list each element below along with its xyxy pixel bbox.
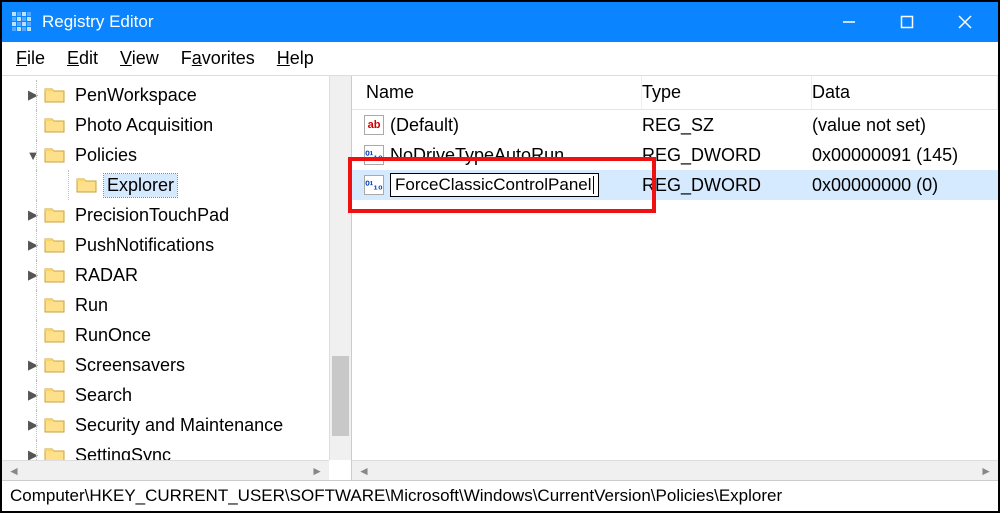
tree-item-runonce[interactable]: RunOnce [2,320,351,350]
menu-favorites[interactable]: Favorites [181,48,255,69]
tree-item-label: PenWorkspace [72,84,200,107]
title-bar[interactable]: Registry Editor [2,2,998,42]
menu-view[interactable]: View [120,48,159,69]
value-name: (Default) [390,115,459,136]
tree-item-label: Search [72,384,135,407]
tree-item-explorer[interactable]: Explorer [2,170,351,200]
col-header-name[interactable]: Name [352,76,642,109]
expand-glyph-icon[interactable]: ▶ [26,207,40,223]
tree-item-precisiontouchpad[interactable]: ▶ PrecisionTouchPad [2,200,351,230]
tree-item-label: PrecisionTouchPad [72,204,232,227]
col-header-data[interactable]: Data [812,76,998,109]
binary-value-icon: ⁰¹₁₀ [364,175,384,195]
folder-icon [44,116,66,134]
expand-glyph-icon[interactable]: ▶ [26,387,40,403]
scroll-left-icon[interactable]: ◄ [358,464,370,478]
value-row[interactable]: ⁰¹₁₀ NoDriveTypeAutoRun REG_DWORD 0x0000009… [352,140,998,170]
tree-item-screensavers[interactable]: ▶ Screensavers [2,350,351,380]
tree-pane[interactable]: ▶ PenWorkspace Photo Acquisition ▼ Policies E… [2,76,352,480]
expand-glyph-icon[interactable]: ▼ [26,148,40,163]
value-type: REG_DWORD [642,175,761,196]
status-bar: Computer\HKEY_CURRENT_USER\SOFTWARE\Micr… [2,481,998,511]
tree-item-label: RADAR [72,264,141,287]
tree-item-label: Policies [72,144,140,167]
expand-glyph-icon[interactable]: ▶ [26,237,40,253]
list-header: Name Type Data [352,76,998,110]
folder-icon [44,386,66,404]
tree-item-label: RunOnce [72,324,154,347]
window-title: Registry Editor [42,12,820,32]
expand-glyph-icon[interactable]: ▶ [26,417,40,433]
tree-item-security-and-maintenance[interactable]: ▶ Security and Maintenance [2,410,351,440]
value-type: REG_DWORD [642,145,761,166]
menu-edit[interactable]: Edit [67,48,98,69]
expand-glyph-icon[interactable]: ▶ [26,447,40,460]
rename-input[interactable]: ForceClassicControlPanel [390,173,599,197]
maximize-button[interactable] [878,2,936,42]
expand-glyph-icon[interactable]: ▶ [26,87,40,103]
tree-item-pushnotifications[interactable]: ▶ PushNotifications [2,230,351,260]
binary-value-icon: ⁰¹₁₀ [364,145,384,165]
tree-item-policies[interactable]: ▼ Policies [2,140,351,170]
value-type: REG_SZ [642,115,714,136]
folder-icon [76,176,98,194]
menu-bar: File Edit View Favorites Help [2,42,998,76]
folder-icon [44,416,66,434]
tree-item-label: Run [72,294,111,317]
tree-item-search[interactable]: ▶ Search [2,380,351,410]
value-data: (value not set) [812,115,926,136]
tree-vertical-scrollbar[interactable] [329,76,351,460]
string-value-icon: ab [364,115,384,135]
tree-item-label: SettingSync [72,444,174,461]
folder-icon [44,146,66,164]
tree-item-radar[interactable]: ▶ RADAR [2,260,351,290]
folder-icon [44,326,66,344]
value-row[interactable]: ⁰¹₁₀ ForceClassicControlPanel REG_DWORD 0x0… [352,170,998,200]
expand-glyph-icon[interactable]: ▶ [26,357,40,373]
app-icon [12,12,32,32]
tree-item-label: Screensavers [72,354,188,377]
value-data: 0x00000091 (145) [812,145,958,166]
folder-icon [44,266,66,284]
scroll-right-icon[interactable]: ► [980,464,992,478]
tree-item-settingsync[interactable]: ▶ SettingSync [2,440,351,460]
list-pane[interactable]: Name Type Data ab (Default) REG_SZ (value n… [352,76,998,480]
folder-icon [44,356,66,374]
value-row[interactable]: ab (Default) REG_SZ (value not set) [352,110,998,140]
value-data: 0x00000000 (0) [812,175,938,196]
menu-help[interactable]: Help [277,48,314,69]
tree-item-label: Security and Maintenance [72,414,286,437]
folder-icon [44,236,66,254]
col-header-type[interactable]: Type [642,76,812,109]
tree-item-label: PushNotifications [72,234,217,257]
folder-icon [44,206,66,224]
tree-horizontal-scrollbar[interactable]: ◄ ► [2,460,329,480]
folder-icon [44,86,66,104]
folder-icon [44,296,66,314]
scroll-right-icon[interactable]: ► [311,464,323,478]
tree-item-label: Explorer [104,174,177,197]
value-name: NoDriveTypeAutoRun [390,145,564,166]
minimize-button[interactable] [820,2,878,42]
list-horizontal-scrollbar[interactable]: ◄ ► [352,460,998,480]
tree-item-penworkspace[interactable]: ▶ PenWorkspace [2,80,351,110]
scrollbar-thumb[interactable] [332,356,349,436]
menu-file[interactable]: File [16,48,45,69]
close-button[interactable] [936,2,994,42]
tree-item-photo-acquisition[interactable]: Photo Acquisition [2,110,351,140]
tree-item-run[interactable]: Run [2,290,351,320]
folder-icon [44,446,66,460]
status-path: Computer\HKEY_CURRENT_USER\SOFTWARE\Micr… [10,486,782,506]
tree-item-label: Photo Acquisition [72,114,216,137]
expand-glyph-icon[interactable]: ▶ [26,267,40,283]
scroll-left-icon[interactable]: ◄ [8,464,20,478]
